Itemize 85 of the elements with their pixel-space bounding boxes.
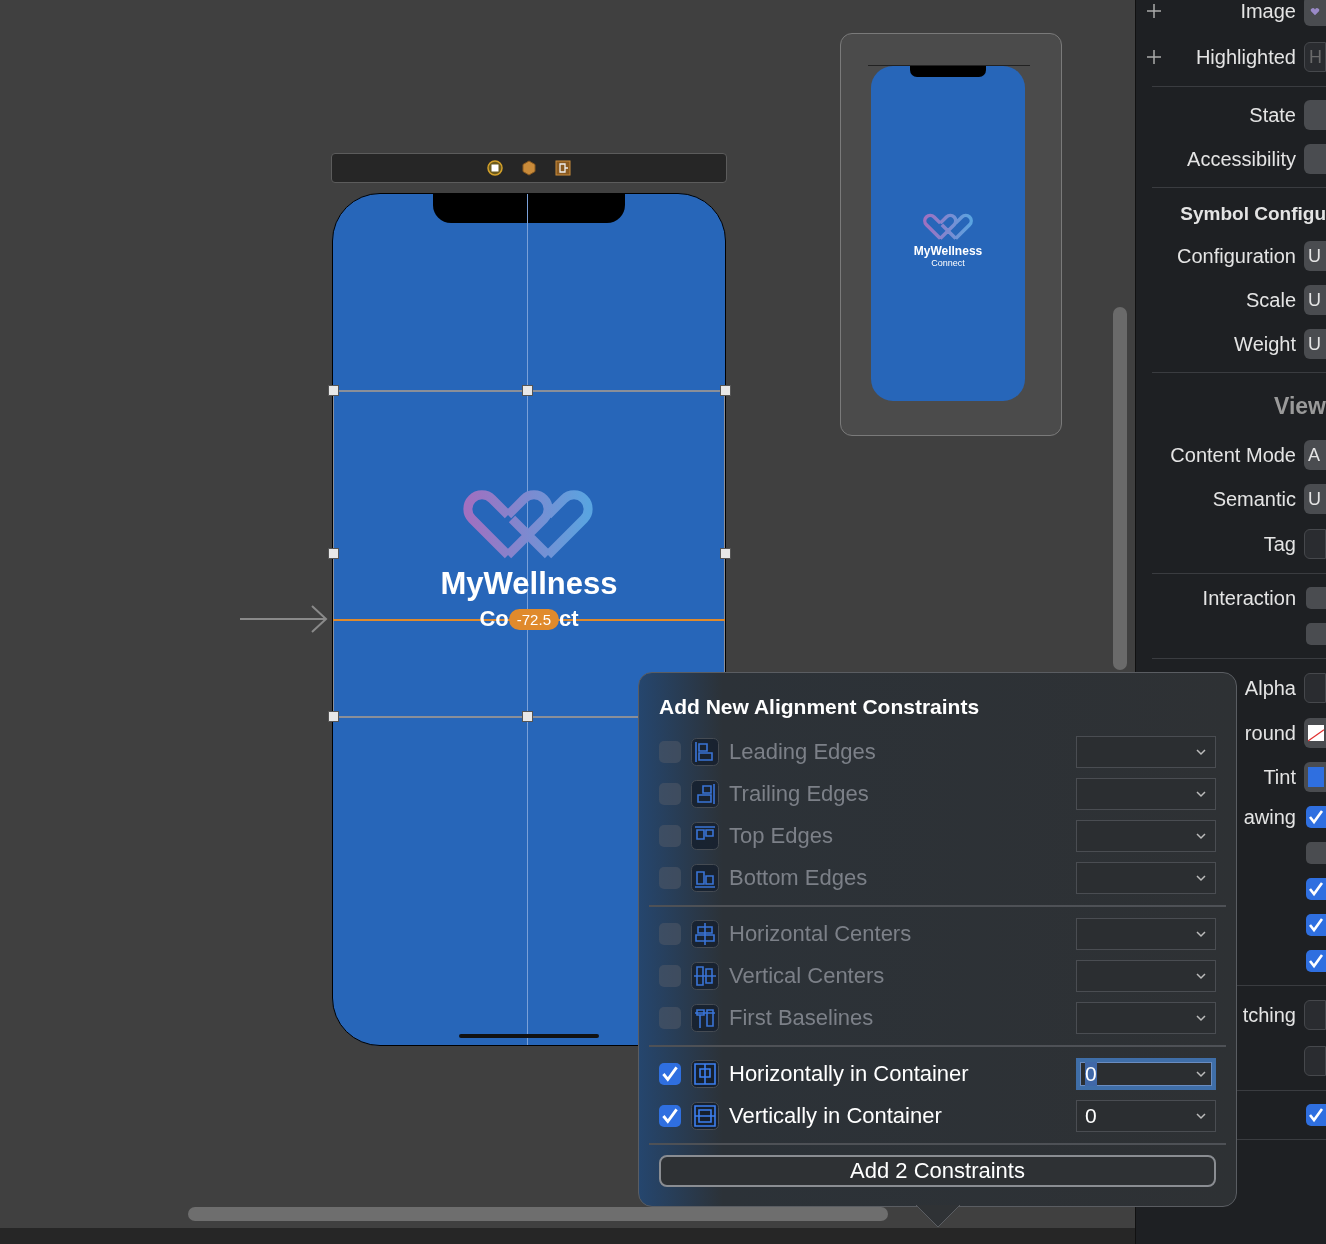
field-label: Symbol Configu <box>1180 203 1326 225</box>
resize-handle[interactable] <box>328 711 339 722</box>
resize-handle[interactable] <box>720 548 731 559</box>
text-field[interactable] <box>1304 529 1326 559</box>
horizontal-centers-icon <box>691 920 719 948</box>
checkbox[interactable] <box>659 1063 681 1085</box>
constraint-label: Trailing Edges <box>729 781 870 807</box>
popup-button[interactable]: U <box>1304 329 1326 359</box>
constraint-label: Leading Edges <box>729 739 877 765</box>
popup-button[interactable]: U <box>1304 484 1326 514</box>
field-label: Tint <box>1263 765 1296 789</box>
field-label: awing <box>1243 805 1296 829</box>
exit-icon[interactable] <box>555 160 571 176</box>
vertical-centers-icon <box>691 962 719 990</box>
text-field[interactable] <box>1304 1000 1326 1030</box>
constraint-label: Top Edges <box>729 823 834 849</box>
resize-handle[interactable] <box>522 385 533 396</box>
app-subtitle: Connect <box>930 258 966 268</box>
color-well[interactable] <box>1304 718 1326 748</box>
image-well[interactable] <box>1304 0 1326 26</box>
no-color-icon <box>1308 723 1324 743</box>
field-label: Tag <box>1263 532 1296 556</box>
field-label: Semantic <box>1212 487 1296 511</box>
text-field[interactable] <box>1304 1046 1326 1076</box>
popover-title: Add New Alignment Constraints <box>659 694 981 720</box>
add-constraints-button[interactable]: Add 2 Constraints <box>659 1155 1216 1187</box>
plus-icon[interactable] <box>1146 49 1163 65</box>
field-label: Configuration <box>1177 244 1296 268</box>
field-label: tching <box>1242 1003 1296 1027</box>
constraint-label: First Baselines <box>729 1005 875 1031</box>
baselines-icon <box>691 1004 719 1032</box>
image-thumbnail-icon <box>1308 5 1322 17</box>
field-label: Alpha <box>1244 676 1296 700</box>
vertical-container-icon <box>691 1102 719 1130</box>
plus-icon[interactable] <box>1146 3 1163 19</box>
field-label: Content Mode <box>1170 443 1296 467</box>
field-label: Accessibility <box>1187 147 1296 171</box>
field-label: Image <box>1240 0 1296 23</box>
horizontal-container-icon <box>691 1060 719 1088</box>
hearts-logo <box>921 212 975 242</box>
checkbox[interactable] <box>1306 878 1326 900</box>
checkbox[interactable] <box>1306 806 1326 828</box>
checkbox[interactable] <box>1306 842 1326 864</box>
view-controller-icon[interactable] <box>487 160 503 176</box>
cube-icon[interactable] <box>521 160 537 176</box>
constraint-label: Horizontally in Container <box>729 1061 970 1087</box>
bottom-edges-icon <box>691 864 719 892</box>
constant-combo-box[interactable]: 0 <box>1076 1058 1216 1090</box>
field-label: Scale <box>1245 288 1296 312</box>
resize-handle[interactable] <box>720 385 731 396</box>
constraint-label: Vertical Centers <box>729 963 886 989</box>
field-label: Interaction <box>1202 586 1296 610</box>
leading-edges-icon <box>691 738 719 766</box>
popup-button[interactable] <box>1304 144 1326 174</box>
checkbox[interactable] <box>1306 623 1326 645</box>
scroll-bar[interactable] <box>188 1207 888 1221</box>
field-label: Highlighted <box>1195 45 1296 69</box>
constraint-label: Vertically in Container <box>729 1103 943 1129</box>
popup-button[interactable]: U <box>1304 241 1326 271</box>
app-title: MyWellness <box>912 244 984 258</box>
checkbox[interactable] <box>1306 1104 1326 1126</box>
popup-button[interactable] <box>1304 100 1326 130</box>
resize-handle[interactable] <box>328 385 339 396</box>
checkbox[interactable] <box>1306 950 1326 972</box>
trailing-edges-icon <box>691 780 719 808</box>
top-edges-icon <box>691 822 719 850</box>
popup-button[interactable]: U <box>1304 285 1326 315</box>
checkbox[interactable] <box>1306 914 1326 936</box>
text-field[interactable] <box>1304 673 1326 703</box>
field-label: State <box>1249 103 1296 127</box>
field-label: round <box>1244 721 1296 745</box>
color-well[interactable] <box>1304 762 1326 792</box>
resize-handle[interactable] <box>522 711 533 722</box>
checkbox[interactable] <box>1306 587 1326 609</box>
field-label: Weight <box>1234 332 1296 356</box>
constant-combo-box[interactable]: 0 <box>1076 1100 1216 1132</box>
offset-badge: -72.5 <box>508 608 559 630</box>
constraint-label: Bottom Edges <box>729 865 869 891</box>
field-label: View <box>1274 392 1326 420</box>
popup-button[interactable]: A <box>1304 440 1326 470</box>
app-title: MyWellness <box>439 566 619 602</box>
checkbox[interactable] <box>659 1105 681 1127</box>
resize-handle[interactable] <box>328 548 339 559</box>
constraint-label: Horizontal Centers <box>729 921 913 947</box>
scroll-bar[interactable] <box>1113 307 1127 670</box>
